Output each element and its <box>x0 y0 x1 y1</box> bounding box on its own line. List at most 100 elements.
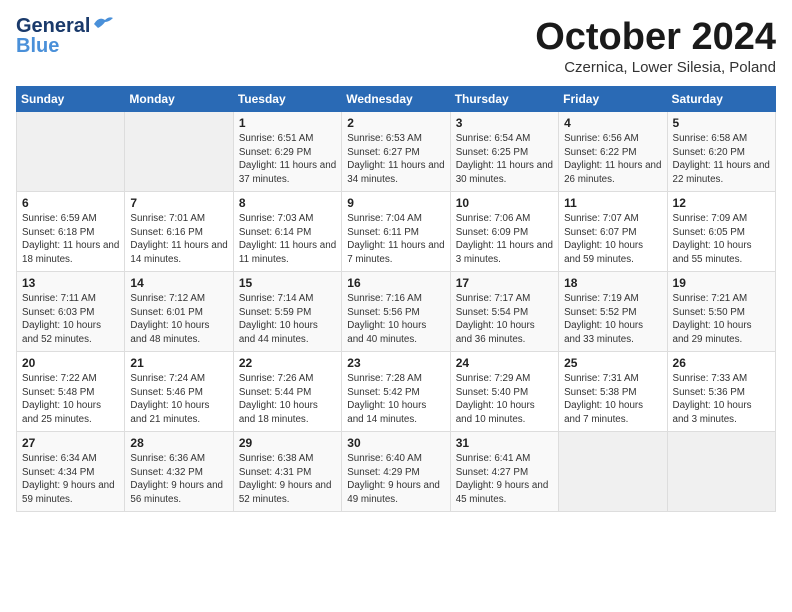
day-number: 14 <box>130 276 227 290</box>
day-number: 1 <box>239 116 336 130</box>
calendar-cell: 6 Sunrise: 6:59 AM Sunset: 6:18 PM Daylig… <box>17 192 125 272</box>
day-info: Sunrise: 6:36 AM Sunset: 4:32 PM Dayligh… <box>130 452 227 507</box>
day-info: Sunrise: 7:31 AM Sunset: 5:38 PM Dayligh… <box>564 372 661 427</box>
day-info: Sunrise: 7:09 AM Sunset: 6:05 PM Dayligh… <box>673 212 770 267</box>
day-info: Sunrise: 6:59 AM Sunset: 6:18 PM Dayligh… <box>22 212 119 267</box>
calendar-cell <box>17 112 125 192</box>
calendar-cell: 4Sunrise: 6:56 AM Sunset: 6:22 PM Daylig… <box>559 112 667 192</box>
calendar-cell: 19Sunrise: 7:21 AM Sunset: 5:50 PM Dayli… <box>667 272 775 352</box>
calendar-cell: 10Sunrise: 7:06 AM Sunset: 6:09 PM Dayli… <box>450 192 558 272</box>
calendar-cell: 28 Sunrise: 6:36 AM Sunset: 4:32 PM Dayli… <box>125 432 233 512</box>
day-number: 21 <box>130 356 227 370</box>
day-number: 15 <box>239 276 336 290</box>
calendar-cell <box>667 432 775 512</box>
calendar-week-1: 1Sunrise: 6:51 AM Sunset: 6:29 PM Daylig… <box>17 112 776 192</box>
calendar-cell: 25 Sunrise: 7:31 AM Sunset: 5:38 PM Dayli… <box>559 352 667 432</box>
calendar-cell: 3Sunrise: 6:54 AM Sunset: 6:25 PM Daylig… <box>450 112 558 192</box>
calendar-cell: 30 Sunrise: 6:40 AM Sunset: 4:29 PM Dayli… <box>342 432 450 512</box>
day-info: Sunrise: 7:12 AM Sunset: 6:01 PM Dayligh… <box>130 292 227 347</box>
day-number: 16 <box>347 276 444 290</box>
header-thursday: Thursday <box>450 87 558 112</box>
header-monday: Monday <box>125 87 233 112</box>
day-info: Sunrise: 7:16 AM Sunset: 5:56 PM Dayligh… <box>347 292 444 347</box>
calendar-cell: 23 Sunrise: 7:28 AM Sunset: 5:42 PM Dayli… <box>342 352 450 432</box>
day-info: Sunrise: 6:38 AM Sunset: 4:31 PM Dayligh… <box>239 452 336 507</box>
day-info: Sunrise: 7:03 AM Sunset: 6:14 PM Dayligh… <box>239 212 336 267</box>
calendar-cell: 9Sunrise: 7:04 AM Sunset: 6:11 PM Daylig… <box>342 192 450 272</box>
calendar-cell: 7Sunrise: 7:01 AM Sunset: 6:16 PM Daylig… <box>125 192 233 272</box>
calendar-cell: 29 Sunrise: 6:38 AM Sunset: 4:31 PM Dayli… <box>233 432 341 512</box>
blue-text: Blue <box>16 36 59 56</box>
calendar-week-2: 6 Sunrise: 6:59 AM Sunset: 6:18 PM Daylig… <box>17 192 776 272</box>
calendar-week-3: 13 Sunrise: 7:11 AM Sunset: 6:03 PM Dayli… <box>17 272 776 352</box>
calendar-cell: 24 Sunrise: 7:29 AM Sunset: 5:40 PM Dayli… <box>450 352 558 432</box>
day-number: 13 <box>22 276 119 290</box>
day-info: Sunrise: 7:19 AM Sunset: 5:52 PM Dayligh… <box>564 292 661 347</box>
day-number: 31 <box>456 436 553 450</box>
day-info: Sunrise: 6:41 AM Sunset: 4:27 PM Dayligh… <box>456 452 553 507</box>
calendar-cell: 14 Sunrise: 7:12 AM Sunset: 6:01 PM Dayli… <box>125 272 233 352</box>
day-number: 19 <box>673 276 770 290</box>
calendar-cell: 5Sunrise: 6:58 AM Sunset: 6:20 PM Daylig… <box>667 112 775 192</box>
calendar-cell: 31 Sunrise: 6:41 AM Sunset: 4:27 PM Dayli… <box>450 432 558 512</box>
calendar-cell: 11 Sunrise: 7:07 AM Sunset: 6:07 PM Dayli… <box>559 192 667 272</box>
calendar-cell: 1Sunrise: 6:51 AM Sunset: 6:29 PM Daylig… <box>233 112 341 192</box>
header-saturday: Saturday <box>667 87 775 112</box>
day-number: 20 <box>22 356 119 370</box>
day-info: Sunrise: 6:53 AM Sunset: 6:27 PM Dayligh… <box>347 132 444 187</box>
page-header: General Blue October 2024 Czernica, Lowe… <box>16 16 776 76</box>
calendar-cell: 17 Sunrise: 7:17 AM Sunset: 5:54 PM Dayli… <box>450 272 558 352</box>
calendar-cell: 27 Sunrise: 6:34 AM Sunset: 4:34 PM Dayli… <box>17 432 125 512</box>
calendar-cell: 15Sunrise: 7:14 AM Sunset: 5:59 PM Dayli… <box>233 272 341 352</box>
day-info: Sunrise: 6:54 AM Sunset: 6:25 PM Dayligh… <box>456 132 553 187</box>
day-number: 30 <box>347 436 444 450</box>
day-info: Sunrise: 7:28 AM Sunset: 5:42 PM Dayligh… <box>347 372 444 427</box>
calendar-week-5: 27 Sunrise: 6:34 AM Sunset: 4:34 PM Dayli… <box>17 432 776 512</box>
calendar-header-row: SundayMondayTuesdayWednesdayThursdayFrid… <box>17 87 776 112</box>
day-info: Sunrise: 7:22 AM Sunset: 5:48 PM Dayligh… <box>22 372 119 427</box>
day-info: Sunrise: 7:07 AM Sunset: 6:07 PM Dayligh… <box>564 212 661 267</box>
day-info: Sunrise: 7:29 AM Sunset: 5:40 PM Dayligh… <box>456 372 553 427</box>
day-number: 29 <box>239 436 336 450</box>
calendar-cell: 2Sunrise: 6:53 AM Sunset: 6:27 PM Daylig… <box>342 112 450 192</box>
day-number: 25 <box>564 356 661 370</box>
day-number: 23 <box>347 356 444 370</box>
calendar-cell: 26 Sunrise: 7:33 AM Sunset: 5:36 PM Dayli… <box>667 352 775 432</box>
day-info: Sunrise: 7:33 AM Sunset: 5:36 PM Dayligh… <box>673 372 770 427</box>
location-subtitle: Czernica, Lower Silesia, Poland <box>535 59 776 76</box>
day-info: Sunrise: 7:17 AM Sunset: 5:54 PM Dayligh… <box>456 292 553 347</box>
calendar-cell: 16 Sunrise: 7:16 AM Sunset: 5:56 PM Dayli… <box>342 272 450 352</box>
day-info: Sunrise: 6:34 AM Sunset: 4:34 PM Dayligh… <box>22 452 119 507</box>
header-sunday: Sunday <box>17 87 125 112</box>
day-info: Sunrise: 7:24 AM Sunset: 5:46 PM Dayligh… <box>130 372 227 427</box>
day-number: 12 <box>673 196 770 210</box>
logo: General Blue <box>16 16 114 56</box>
day-number: 11 <box>564 196 661 210</box>
day-info: Sunrise: 7:11 AM Sunset: 6:03 PM Dayligh… <box>22 292 119 347</box>
calendar-cell: 18 Sunrise: 7:19 AM Sunset: 5:52 PM Dayli… <box>559 272 667 352</box>
day-number: 6 <box>22 196 119 210</box>
calendar-week-4: 20 Sunrise: 7:22 AM Sunset: 5:48 PM Dayli… <box>17 352 776 432</box>
calendar-cell <box>559 432 667 512</box>
header-tuesday: Tuesday <box>233 87 341 112</box>
calendar-cell: 22Sunrise: 7:26 AM Sunset: 5:44 PM Dayli… <box>233 352 341 432</box>
calendar-cell: 21 Sunrise: 7:24 AM Sunset: 5:46 PM Dayli… <box>125 352 233 432</box>
day-number: 5 <box>673 116 770 130</box>
calendar-cell: 12 Sunrise: 7:09 AM Sunset: 6:05 PM Dayli… <box>667 192 775 272</box>
calendar-cell: 20 Sunrise: 7:22 AM Sunset: 5:48 PM Dayli… <box>17 352 125 432</box>
day-info: Sunrise: 6:40 AM Sunset: 4:29 PM Dayligh… <box>347 452 444 507</box>
day-number: 7 <box>130 196 227 210</box>
day-number: 22 <box>239 356 336 370</box>
title-area: October 2024 Czernica, Lower Silesia, Po… <box>535 16 776 76</box>
bird-logo-icon <box>92 15 114 33</box>
day-number: 27 <box>22 436 119 450</box>
day-number: 9 <box>347 196 444 210</box>
day-number: 28 <box>130 436 227 450</box>
day-number: 4 <box>564 116 661 130</box>
header-friday: Friday <box>559 87 667 112</box>
day-number: 24 <box>456 356 553 370</box>
general-text: General <box>16 16 90 36</box>
day-number: 18 <box>564 276 661 290</box>
day-number: 26 <box>673 356 770 370</box>
day-number: 17 <box>456 276 553 290</box>
